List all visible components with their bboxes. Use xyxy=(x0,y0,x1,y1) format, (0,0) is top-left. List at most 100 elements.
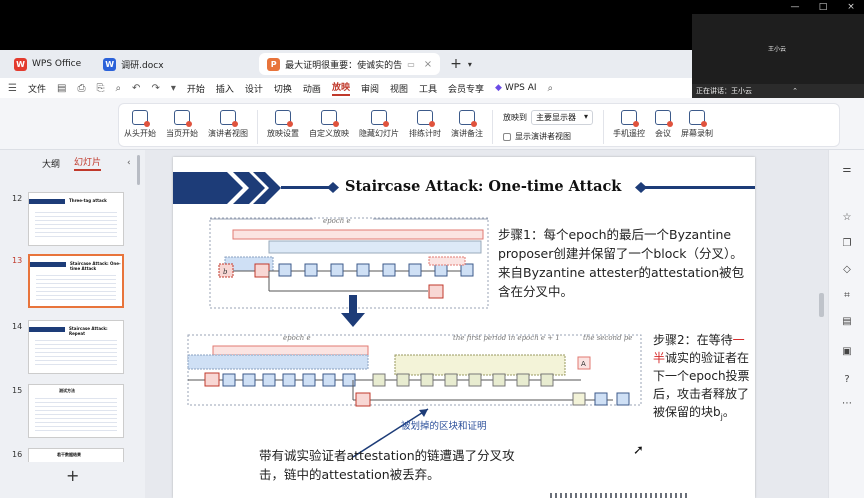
layers-icon[interactable]: ▤ xyxy=(841,316,853,328)
phone-remote-button[interactable]: 手机遥控 xyxy=(608,110,650,139)
undo-icon[interactable]: ↶ xyxy=(132,83,140,94)
monitor-icon[interactable]: ▭ xyxy=(407,60,415,69)
slide-number: 14 xyxy=(12,322,23,331)
menu-animation[interactable]: 动画 xyxy=(303,82,321,95)
tab-label: 调研.docx xyxy=(121,60,164,71)
presenter-view-checkbox[interactable] xyxy=(503,132,511,141)
first-period-label: the first period in epoch e + 1 xyxy=(453,334,560,342)
button-label: 演讲者视图 xyxy=(208,129,248,138)
slide-number: 12 xyxy=(12,194,23,203)
tab-presentation[interactable]: P 最大证明很重要：使诚实的告 ▭ × xyxy=(259,53,441,75)
tab-slides[interactable]: 幻灯片 xyxy=(74,155,102,171)
menu-home[interactable]: 开始 xyxy=(187,82,205,95)
chevron-up-icon[interactable]: ⌃ xyxy=(792,87,798,95)
display-options: 放映到 主要显示器 ▾ 显示演讲者视图 xyxy=(497,110,599,142)
menu-tools[interactable]: 工具 xyxy=(419,82,437,95)
menu-transition[interactable]: 切换 xyxy=(274,82,292,95)
document-tabs: W WPS Office W 调研.docx P 最大证明很重要：使诚实的告 ▭… xyxy=(0,50,692,78)
menu-file[interactable]: 文件 xyxy=(28,82,46,95)
slide-panel: 大纲 幻灯片 ‹ 12 Three-tag attack 13 Staircas… xyxy=(0,150,145,498)
slide-thumb-title: 测试方法 xyxy=(59,388,75,393)
maximize-button[interactable]: □ xyxy=(818,2,828,12)
hamburger-icon[interactable]: ☰ xyxy=(8,83,17,94)
close-button[interactable]: × xyxy=(846,2,856,12)
panel-scrollbar[interactable] xyxy=(137,155,140,185)
menu-slideshow[interactable]: 放映 xyxy=(331,80,350,96)
help-icon[interactable]: ? xyxy=(841,374,853,386)
rehearse-timing-button[interactable]: 排练计时 xyxy=(404,110,446,139)
crop-icon[interactable]: ⌗ xyxy=(841,290,853,302)
play-current-button[interactable]: 当页开始 xyxy=(161,110,203,139)
more-icon[interactable]: ⋯ xyxy=(841,398,853,410)
star-icon[interactable]: ☆ xyxy=(841,212,853,224)
settings-icon xyxy=(275,110,293,127)
display-select-value: 主要显示器 xyxy=(536,113,576,122)
hide-slide-button[interactable]: 隐藏幻灯片 xyxy=(354,110,404,139)
menu-wps-ai[interactable]: ◆ WPS AI xyxy=(495,83,537,93)
button-label: 从头开始 xyxy=(124,129,156,138)
wps-ai-label: WPS AI xyxy=(504,83,537,93)
button-label: 排练计时 xyxy=(409,129,441,138)
word-doc-icon: W xyxy=(103,57,117,71)
menu-insert[interactable]: 插入 xyxy=(216,82,234,95)
slide-thumbnail[interactable]: 12 Three-tag attack xyxy=(0,192,145,250)
screen-record-button[interactable]: 屏幕录制 xyxy=(676,110,718,139)
phone-icon xyxy=(621,110,639,127)
menu-member[interactable]: 会员专享 xyxy=(448,82,484,95)
slideshow-settings-button[interactable]: 放映设置 xyxy=(262,110,304,139)
slide-thumbnail-selected[interactable]: 13 Staircase Attack: One-time Attack xyxy=(0,254,145,312)
menu-design[interactable]: 设计 xyxy=(245,82,263,95)
add-slide-button[interactable]: + xyxy=(66,466,79,485)
wps-logo-icon: W xyxy=(14,57,27,71)
display-select[interactable]: 主要显示器 ▾ xyxy=(531,110,593,125)
tab-outline[interactable]: 大纲 xyxy=(42,157,60,170)
sliders-icon[interactable]: ⚌ xyxy=(841,164,853,176)
presenter-view-check-label: 显示演讲者视图 xyxy=(515,132,571,141)
slide-thumbnail[interactable]: 15 测试方法 xyxy=(0,384,145,442)
meeting-button[interactable]: 会议 xyxy=(650,110,676,139)
chevron-down-icon[interactable]: ▾ xyxy=(468,60,472,69)
chevron-left-icon[interactable]: ‹ xyxy=(127,158,131,168)
epoch-label-bottom: epoch e xyxy=(283,334,311,342)
button-label: 放映设置 xyxy=(267,129,299,138)
close-tab-icon[interactable]: × xyxy=(424,59,432,70)
add-tab-button[interactable]: + xyxy=(450,56,462,72)
slide-thumb-title: Staircase Attack: One-time Attack xyxy=(70,261,121,271)
slide-number: 13 xyxy=(12,256,23,265)
ribbon-divider xyxy=(492,110,493,144)
slide-thumb-title: Staircase Attack: Repeat xyxy=(69,326,108,336)
tab-docx[interactable]: W 调研.docx xyxy=(95,53,253,75)
redo-icon[interactable]: ↷ xyxy=(151,83,159,94)
slide-thumbnail[interactable]: 16 若干数据结果 xyxy=(0,448,145,462)
ribbon-divider xyxy=(257,110,258,144)
epoch-label-top: epoch e xyxy=(323,217,351,225)
tab-label: WPS Office xyxy=(32,59,82,69)
play-from-start-button[interactable]: 从头开始 xyxy=(119,110,161,139)
shapes-icon[interactable]: ◇ xyxy=(841,264,853,276)
presenter-view-button[interactable]: 演讲者视图 xyxy=(203,110,253,139)
image-icon[interactable]: ▣ xyxy=(841,346,853,358)
canvas-scrollbar[interactable] xyxy=(819,293,824,317)
step2-end: 。 xyxy=(722,405,735,419)
save-icon[interactable]: ▤ xyxy=(57,83,66,94)
slide-number: 15 xyxy=(12,386,23,395)
slide-number: 16 xyxy=(12,450,23,459)
custom-show-icon xyxy=(321,110,339,127)
print-preview-icon[interactable]: ⌕ xyxy=(115,83,121,94)
step2-part-b: 诚实的验证者在下一个epoch投票后，攻击者释放了被保留的块b xyxy=(653,351,750,419)
tab-wps-office[interactable]: W WPS Office xyxy=(6,53,89,75)
custom-show-button[interactable]: 自定义放映 xyxy=(304,110,354,139)
slide-thumbnail[interactable]: 14 Staircase Attack: Repeat xyxy=(0,320,145,378)
print-icon[interactable]: ⎘ xyxy=(96,83,104,94)
ai-icon: ◆ xyxy=(495,83,505,93)
current-slide[interactable]: Staircase Attack: One-time Attack epoch … xyxy=(173,157,755,498)
menu-view[interactable]: 视图 xyxy=(390,82,408,95)
play-start-icon xyxy=(132,110,150,127)
export-icon[interactable]: ⎙ xyxy=(77,83,85,94)
search-icon[interactable]: ⌕ xyxy=(548,83,554,94)
dropdown-icon[interactable]: ▾ xyxy=(171,83,176,94)
minimize-button[interactable]: — xyxy=(790,2,800,12)
menu-review[interactable]: 审阅 xyxy=(361,82,379,95)
speaker-notes-button[interactable]: 演讲备注 xyxy=(446,110,488,139)
copy-icon[interactable]: ❐ xyxy=(841,238,853,250)
